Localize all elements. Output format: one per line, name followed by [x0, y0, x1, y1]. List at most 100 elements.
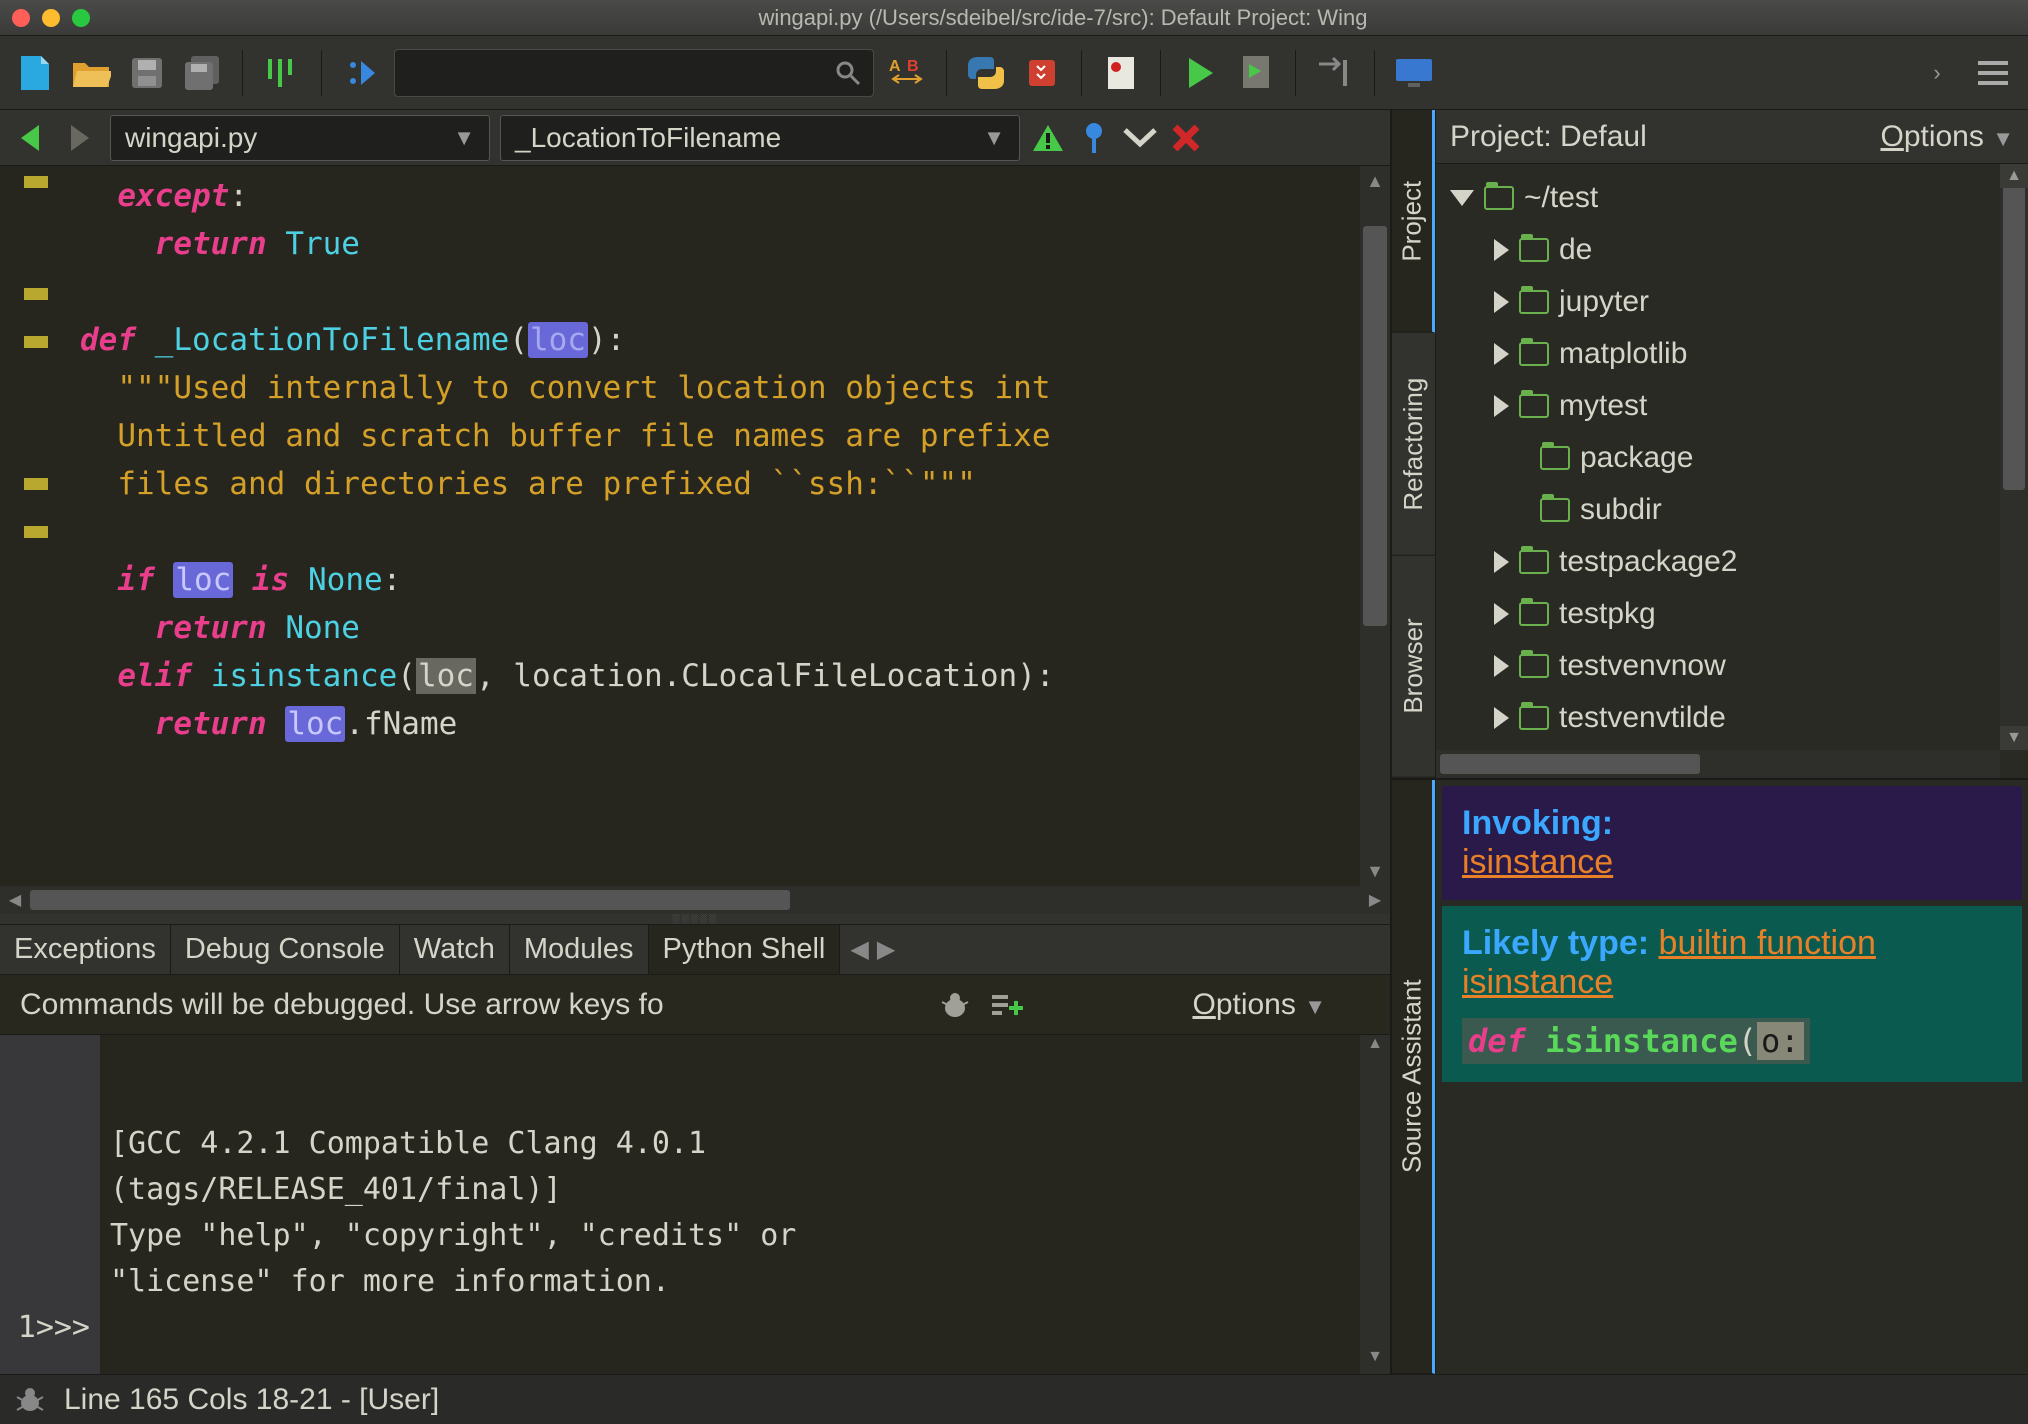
tab-nav-left-icon[interactable]: ◀	[850, 935, 868, 964]
shell-input[interactable]	[100, 1305, 118, 1351]
shell-add-icon[interactable]	[990, 991, 1024, 1019]
expand-icon[interactable]	[1494, 291, 1509, 313]
scroll-left-icon[interactable]: ◀	[0, 890, 30, 910]
scroll-up-icon[interactable]: ▲	[2000, 164, 2028, 188]
tree-item[interactable]: testvenvnow	[1440, 640, 2024, 692]
svg-text:B: B	[907, 58, 919, 75]
main-toolbar: AB ›	[0, 36, 2028, 110]
window-title: wingapi.py (/Users/sdeibel/src/ide-7/src…	[110, 5, 2016, 31]
right-vertical-tabs: Project Refactoring Browser	[1392, 110, 1436, 778]
editor-hscrollbar[interactable]: ◀ ▶	[0, 886, 1390, 914]
vtab-browser[interactable]: Browser	[1392, 555, 1435, 778]
file-selector[interactable]: wingapi.py ▼	[110, 115, 490, 161]
tree-root[interactable]: ~/test	[1440, 172, 2024, 224]
expand-icon[interactable]	[1494, 707, 1509, 729]
bug-icon[interactable]	[14, 1386, 46, 1414]
goto-definition-button[interactable]	[338, 50, 384, 96]
scroll-down-icon[interactable]: ▼	[2000, 726, 2028, 750]
new-file-button[interactable]	[12, 50, 58, 96]
vtab-source-assistant[interactable]: Source Assistant	[1392, 780, 1435, 1374]
collapse-icon[interactable]	[1122, 120, 1158, 156]
tab-python-shell[interactable]: Python Shell	[649, 925, 841, 974]
indent-guide-button[interactable]	[259, 50, 305, 96]
sa-invoking-link[interactable]: isinstance	[1462, 843, 1613, 881]
python-button[interactable]	[963, 50, 1009, 96]
nav-forward-button[interactable]	[60, 118, 100, 158]
nav-back-button[interactable]	[10, 118, 50, 158]
python-shell[interactable]: [GCC 4.2.1 Compatible Clang 4.0.1 (tags/…	[0, 1035, 1390, 1374]
breakpoint-button[interactable]	[1098, 50, 1144, 96]
tree-item[interactable]: testpkg	[1440, 588, 2024, 640]
scroll-down-icon[interactable]: ▼	[1360, 856, 1390, 886]
horizontal-splitter[interactable]: ░░░░░	[0, 914, 1390, 924]
right-bottom-vertical-tabs: Source Assistant	[1392, 780, 1436, 1374]
tree-item[interactable]: jupyter	[1440, 276, 2024, 328]
tree-item[interactable]: de	[1440, 224, 2024, 276]
tab-watch[interactable]: Watch	[400, 925, 510, 974]
shell-line: [GCC 4.2.1 Compatible Clang 4.0.1	[110, 1126, 706, 1161]
tree-item[interactable]: testvenvtilde	[1440, 692, 2024, 744]
monitor-button[interactable]	[1391, 50, 1437, 96]
minimize-window-button[interactable]	[42, 9, 60, 27]
tree-item[interactable]: matplotlib	[1440, 328, 2024, 380]
tree-item[interactable]: mytest	[1440, 380, 2024, 432]
expand-icon[interactable]	[1494, 603, 1509, 625]
close-editor-button[interactable]	[1168, 120, 1204, 156]
editor-gutter[interactable]	[0, 166, 72, 886]
shell-options-menu[interactable]: Options ▼	[1192, 988, 1326, 1022]
maximize-window-button[interactable]	[72, 9, 90, 27]
code-content[interactable]: except: return True def _LocationToFilen…	[72, 166, 1360, 886]
expand-icon[interactable]	[1494, 395, 1509, 417]
tab-debug-console[interactable]: Debug Console	[171, 925, 400, 974]
step-into-button[interactable]	[1312, 50, 1358, 96]
expand-icon[interactable]	[1450, 190, 1474, 206]
folder-icon	[1519, 394, 1549, 418]
menu-button[interactable]	[1970, 50, 2016, 96]
titlebar: wingapi.py (/Users/sdeibel/src/ide-7/src…	[0, 0, 2028, 36]
symbol-selector-label: _LocationToFilename	[515, 122, 781, 154]
code-editor[interactable]: except: return True def _LocationToFilen…	[0, 166, 1390, 886]
shell-bug-icon[interactable]	[938, 990, 972, 1020]
scroll-up-icon[interactable]: ▲	[1360, 166, 1390, 196]
tree-hscrollbar[interactable]	[1436, 750, 2000, 778]
tree-item[interactable]: subdir	[1440, 484, 2024, 536]
sa-signature: def isinstance(o:	[1462, 1018, 1810, 1064]
tools-button[interactable]	[1019, 50, 1065, 96]
tab-nav-right-icon[interactable]: ▶	[877, 935, 895, 964]
bottom-panel: Exceptions Debug Console Watch Modules P…	[0, 924, 1390, 1374]
project-options-menu[interactable]: Options ▼	[1880, 120, 2014, 154]
folder-icon	[1519, 342, 1549, 366]
toolbar-search-input[interactable]	[394, 49, 874, 97]
expand-icon[interactable]	[1494, 655, 1509, 677]
debug-file-button[interactable]	[1233, 50, 1279, 96]
shell-line: Type "help", "copyright", "credits" or	[110, 1218, 796, 1253]
vtab-refactoring[interactable]: Refactoring	[1392, 333, 1435, 556]
svg-text:A: A	[889, 58, 901, 75]
file-selector-label: wingapi.py	[125, 122, 257, 154]
close-window-button[interactable]	[12, 9, 30, 27]
warning-icon[interactable]	[1030, 120, 1066, 156]
shell-line: "license" for more information.	[110, 1264, 670, 1299]
symbol-selector[interactable]: _LocationToFilename ▼	[500, 115, 1020, 161]
tree-item[interactable]: testpackage2	[1440, 536, 2024, 588]
scroll-right-icon[interactable]: ▶	[1360, 890, 1390, 910]
more-right-icon[interactable]: ›	[1914, 50, 1960, 96]
shell-vscrollbar[interactable]: ▲ ▼	[1360, 1035, 1390, 1374]
save-all-button[interactable]	[180, 50, 226, 96]
project-tree[interactable]: ~/test de jupyter matplotlib mytest pack…	[1436, 164, 2028, 778]
open-file-button[interactable]	[68, 50, 114, 96]
tree-vscrollbar[interactable]	[2000, 164, 2028, 750]
run-button[interactable]	[1177, 50, 1223, 96]
vtab-project[interactable]: Project	[1392, 110, 1435, 333]
editor-vscrollbar[interactable]: ▲ ▼	[1360, 166, 1390, 886]
expand-icon[interactable]	[1494, 343, 1509, 365]
tab-modules[interactable]: Modules	[510, 925, 649, 974]
save-button[interactable]	[124, 50, 170, 96]
tab-exceptions[interactable]: Exceptions	[0, 925, 171, 974]
pin-icon[interactable]	[1076, 120, 1112, 156]
expand-icon[interactable]	[1494, 239, 1509, 261]
tree-item[interactable]: package	[1440, 432, 2024, 484]
diff-button[interactable]: AB	[884, 50, 930, 96]
expand-icon[interactable]	[1494, 551, 1509, 573]
shell-subheader: Commands will be debugged. Use arrow key…	[0, 975, 1390, 1035]
